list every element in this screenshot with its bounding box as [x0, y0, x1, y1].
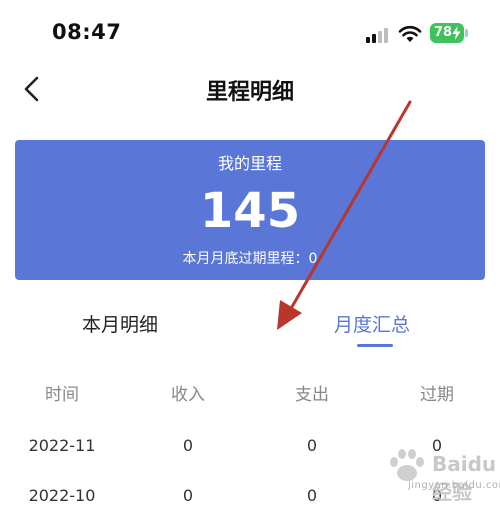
column-header-income: 收入	[171, 385, 205, 405]
table-cell: 0	[182, 436, 194, 455]
mileage-total: 145	[199, 183, 301, 239]
expiry-text: 本月月底过期里程：0	[182, 251, 318, 267]
status-time: 08:47	[52, 20, 122, 44]
battery-cap	[465, 29, 468, 37]
baidu-watermark: Baidu 经验 jingyan.baidu.com	[380, 442, 500, 504]
table-cell: 0	[182, 486, 194, 505]
battery-icon: 78	[430, 23, 464, 43]
column-header-expired: 过期	[420, 385, 454, 405]
mileage-card: 我的里程 145 本月月底过期里程：0	[15, 140, 485, 280]
watermark-sub: jingyan.baidu.com	[408, 480, 500, 491]
column-header-expense: 支出	[295, 385, 329, 405]
status-bar: 08:47 78	[0, 0, 500, 60]
page-title: 里程明细	[205, 80, 294, 105]
table-cell: 2022-11	[28, 436, 96, 455]
wifi-icon	[398, 25, 422, 42]
card-label: 我的里程	[217, 154, 282, 173]
cellular-signal-icon	[366, 27, 392, 43]
table-cell: 2022-10	[28, 486, 96, 505]
nav-bar: 里程明细	[0, 60, 500, 120]
table-cell: 0	[306, 436, 318, 455]
active-tab-indicator	[357, 344, 393, 347]
battery-level: 78	[434, 25, 453, 40]
tab-monthly-detail[interactable]: 本月明细	[82, 310, 158, 337]
table-cell: 0	[306, 486, 318, 505]
watermark-text: Baidu 经验	[432, 452, 497, 504]
column-header-time: 时间	[45, 385, 79, 405]
charging-bolt-icon	[452, 26, 461, 40]
tab-monthly-summary[interactable]: 月度汇总	[334, 310, 410, 337]
